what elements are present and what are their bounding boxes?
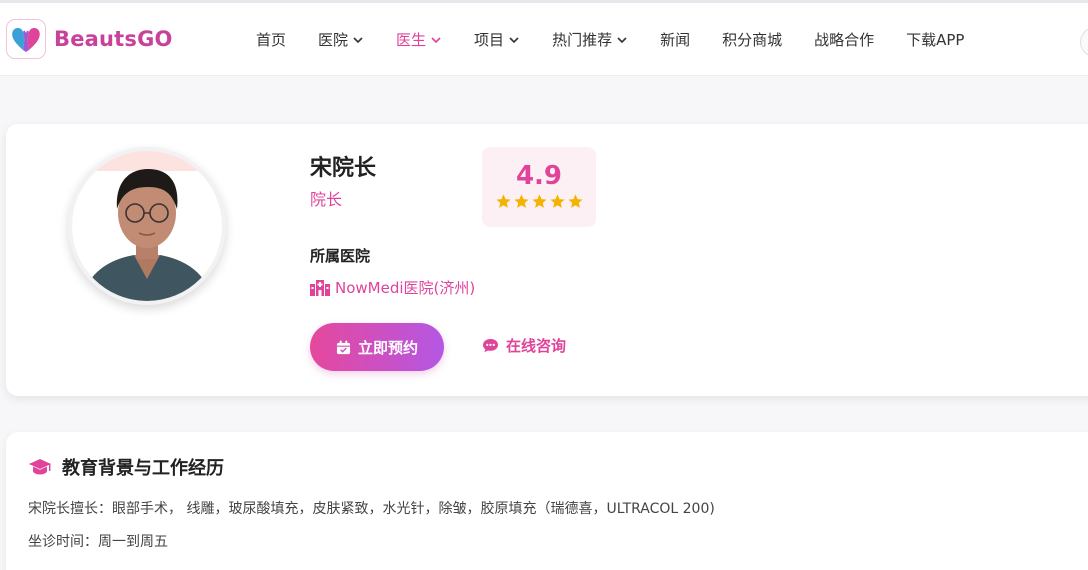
specialty-text: 宋院长擅长：眼部手术， 线雕，玻尿酸填充，皮肤紧致，水光针，除皱，胶原填充（瑞德… (28, 501, 715, 517)
nav-item-recommend[interactable]: 热门推荐 (536, 3, 644, 76)
nav-label: 热门推荐 (552, 31, 613, 49)
doctor-avatar (68, 147, 226, 305)
hospital-name: NowMedi医院(济州) (335, 279, 476, 297)
nav-item-points-mall[interactable]: 积分商城 (706, 3, 798, 76)
star-icon (531, 194, 547, 208)
calendar-check-icon (336, 339, 351, 354)
brand-name: BeautsGO (54, 27, 173, 51)
rating-value: 4.9 (515, 161, 563, 191)
chevron-down-icon (430, 34, 442, 46)
nav-item-hospital[interactable]: 医院 (302, 3, 380, 76)
education-card: 教育背景与工作经历 宋院长擅长：眼部手术， 线雕，玻尿酸填充，皮肤紧致，水光针，… (6, 432, 1088, 570)
nav-item-partnership[interactable]: 战略合作 (798, 3, 890, 76)
chat-bubble-icon (483, 338, 498, 353)
nav-label: 战略合作 (814, 31, 875, 49)
hospital-link[interactable]: NowMedi医院(济州) (310, 277, 475, 298)
star-icon (495, 194, 511, 208)
star-icon (513, 194, 529, 208)
nav-label: 医生 (396, 31, 427, 49)
brand-logo[interactable]: BeautsGO (6, 19, 173, 59)
nav-item-news[interactable]: 新闻 (644, 3, 706, 76)
search-button[interactable] (1080, 27, 1088, 57)
hospital-label: 所属医院 (310, 247, 371, 265)
nav-label: 项目 (474, 31, 505, 49)
doctor-profile-card: 宋院长 院长 4.9 所属医院 NowMedi医院(济州) 立即预约 在线咨询 (6, 124, 1088, 396)
book-label: 立即预约 (357, 339, 418, 357)
schedule-text: 坐诊时间：周一到周五 (28, 534, 168, 550)
nav-label: 积分商城 (722, 31, 783, 49)
nav-label: 新闻 (660, 31, 691, 49)
star-icon (549, 194, 565, 208)
star-icon (567, 194, 583, 208)
nav-item-home[interactable]: 首页 (240, 3, 302, 76)
nav-item-project[interactable]: 项目 (458, 3, 536, 76)
chevron-down-icon (508, 34, 520, 46)
site-header: BeautsGO 首页 医院 医生 项目 热门推荐 新闻 积分商城 战略合作 下… (0, 3, 1088, 76)
education-title: 教育背景与工作经历 (62, 458, 224, 479)
chevron-down-icon (352, 34, 364, 46)
nav-label: 医院 (318, 31, 349, 49)
heart-logo-icon (6, 19, 46, 59)
doctor-title: 院长 (310, 190, 343, 209)
graduation-cap-icon (29, 459, 51, 475)
education-header: 教育背景与工作经历 (28, 454, 224, 480)
nav-label: 下载APP (906, 31, 965, 49)
nav-label: 首页 (256, 31, 287, 49)
chevron-down-icon (616, 34, 628, 46)
nav-item-download-app[interactable]: 下载APP (890, 3, 980, 76)
doctor-name: 宋院长 (310, 156, 377, 181)
main-nav: 首页 医院 医生 项目 热门推荐 新闻 积分商城 战略合作 下载APP (240, 3, 980, 76)
rating-stars (482, 193, 596, 210)
rating-box: 4.9 (482, 147, 596, 227)
consult-label: 在线咨询 (506, 337, 567, 355)
nav-item-doctor[interactable]: 医生 (380, 3, 458, 76)
online-consult-button[interactable]: 在线咨询 (482, 335, 566, 356)
hospital-building-icon (310, 279, 330, 296)
book-appointment-button[interactable]: 立即预约 (310, 323, 444, 371)
